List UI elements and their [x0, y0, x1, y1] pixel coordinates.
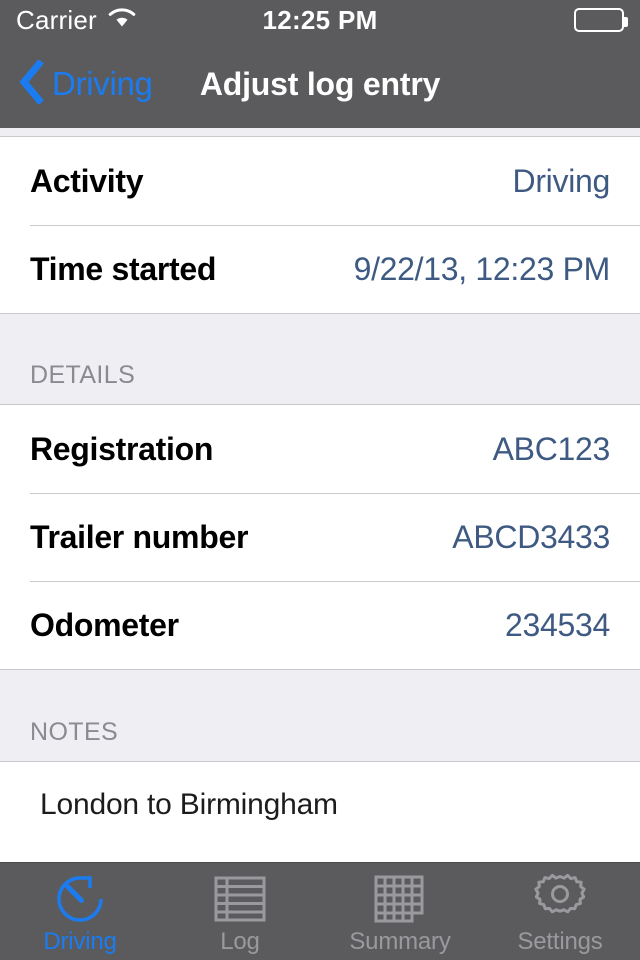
tab-log[interactable]: Log	[160, 863, 320, 960]
row-time-started-value: 9/22/13, 12:23 PM	[353, 250, 611, 287]
row-odometer[interactable]: Odometer 234534	[0, 581, 640, 669]
status-bar-left: Carrier	[16, 5, 137, 36]
app-screen: Carrier 12:25 PM Driving Adjust log entr…	[0, 0, 640, 960]
chevron-left-icon	[18, 58, 44, 109]
row-time-started-label: Time started	[30, 250, 217, 287]
tab-settings-label: Settings	[517, 927, 603, 955]
back-button-label: Driving	[52, 65, 153, 102]
section-notes: London to Birmingham	[0, 761, 640, 848]
tab-summary-label: Summary	[349, 927, 451, 955]
tab-log-label: Log	[220, 927, 260, 955]
back-button[interactable]: Driving	[0, 58, 153, 109]
row-time-started[interactable]: Time started 9/22/13, 12:23 PM	[0, 225, 640, 313]
grid-icon	[374, 874, 426, 924]
status-bar-right	[574, 8, 628, 32]
wifi-icon	[107, 7, 137, 34]
battery-icon	[574, 8, 628, 32]
status-bar: Carrier 12:25 PM	[0, 0, 640, 40]
stopwatch-icon	[53, 874, 107, 924]
notes-field[interactable]: London to Birmingham	[0, 762, 640, 848]
carrier-label: Carrier	[16, 4, 97, 35]
gear-icon	[533, 873, 587, 924]
section-header-details-label: DETAILS	[30, 361, 136, 389]
row-registration[interactable]: Registration ABC123	[0, 405, 640, 493]
section-header-details: DETAILS	[0, 314, 640, 404]
content-filler	[0, 848, 640, 862]
row-trailer-number-value: ABCD3433	[452, 518, 610, 555]
section-header-notes-label: NOTES	[30, 718, 119, 746]
row-activity[interactable]: Activity Driving	[0, 137, 640, 225]
tab-settings[interactable]: Settings	[480, 863, 640, 960]
tab-driving[interactable]: Driving	[0, 863, 160, 960]
row-odometer-value: 234534	[505, 606, 610, 643]
section-main: Activity Driving Time started 9/22/13, 1…	[0, 137, 640, 314]
section-header-notes: NOTES	[0, 670, 640, 761]
tab-bar: Driving Log Summary Settings	[0, 862, 640, 960]
form-content: Activity Driving Time started 9/22/13, 1…	[0, 128, 640, 862]
row-activity-value: Driving	[512, 162, 611, 199]
section-details: Registration ABC123 Trailer number ABCD3…	[0, 404, 640, 670]
row-trailer-number-label: Trailer number	[30, 518, 249, 555]
row-registration-value: ABC123	[492, 430, 611, 467]
row-activity-label: Activity	[30, 162, 144, 199]
row-trailer-number[interactable]: Trailer number ABCD3433	[0, 493, 640, 581]
tab-summary[interactable]: Summary	[320, 863, 480, 960]
tab-driving-label: Driving	[43, 927, 117, 955]
table-icon	[214, 874, 266, 924]
notes-field-value: London to Birmingham	[40, 788, 338, 821]
navigation-bar: Driving Adjust log entry	[0, 40, 640, 128]
row-registration-label: Registration	[30, 430, 214, 467]
row-odometer-label: Odometer	[30, 606, 179, 643]
top-spacer	[0, 128, 640, 137]
